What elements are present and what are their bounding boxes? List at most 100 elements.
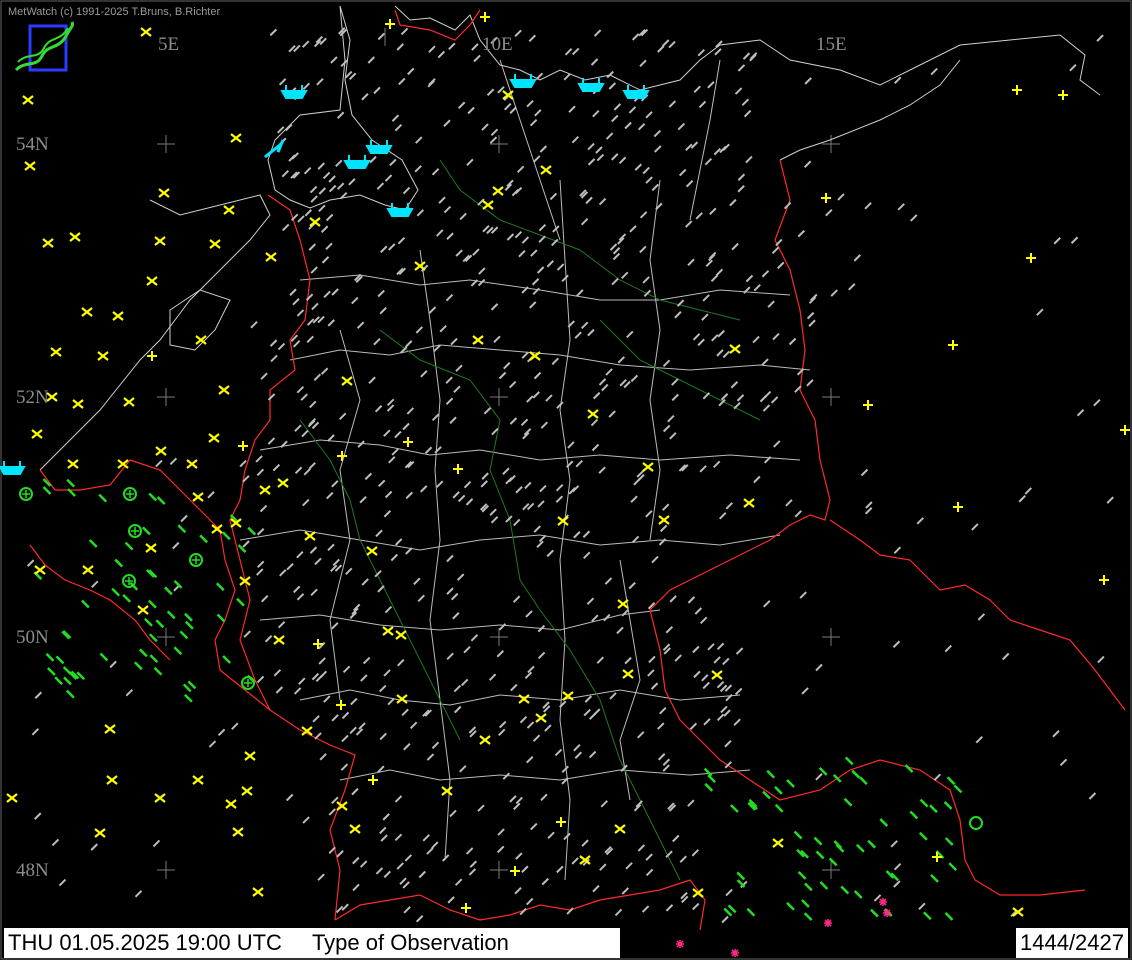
observation-dash-icon <box>308 462 316 470</box>
observation-dash-icon <box>630 374 639 383</box>
observation-dash-icon <box>714 48 722 56</box>
observation-dash-icon <box>348 72 357 80</box>
observation-dash-icon <box>359 495 367 504</box>
observation-dash-icon <box>689 722 698 731</box>
x-station-icon <box>441 786 453 796</box>
observation-dash-icon <box>524 671 533 680</box>
observation-dash-icon <box>761 270 770 278</box>
observation-dash-icon <box>561 274 569 283</box>
green-dash-icon <box>703 767 713 777</box>
observation-dash-icon <box>503 362 511 370</box>
observation-dash-icon <box>532 734 541 742</box>
observation-dash-icon <box>473 54 481 63</box>
ship-icon <box>343 155 371 169</box>
observation-dash-icon <box>571 857 579 865</box>
green-dash-icon <box>746 907 756 917</box>
observation-dash-icon <box>1024 487 1033 495</box>
observation-dash-icon <box>34 812 42 820</box>
circle-plus-icon <box>192 556 200 564</box>
observation-dash-icon <box>648 655 656 664</box>
observation-dash-icon <box>794 510 802 518</box>
plus-station-icon <box>238 441 248 451</box>
observation-dash-icon <box>977 613 986 621</box>
observation-dash-icon <box>516 165 525 174</box>
x-station-icon <box>106 775 118 785</box>
observation-dash-icon <box>598 466 606 474</box>
observation-dash-icon <box>420 370 428 378</box>
green-dash-icon <box>80 599 90 609</box>
observation-dash-icon <box>403 906 411 914</box>
observation-dash-icon <box>609 692 617 700</box>
observation-marks <box>0 12 1130 957</box>
observation-dash-icon <box>490 303 499 311</box>
observation-dash-icon <box>533 525 541 533</box>
observation-dash-icon <box>482 224 490 233</box>
x-station-icon <box>104 724 116 734</box>
observation-dash-icon <box>611 114 619 123</box>
observation-dash-icon <box>539 145 548 153</box>
green-dash-icon <box>114 558 124 568</box>
observation-dash-icon <box>340 763 349 771</box>
observation-dash-icon <box>637 123 646 131</box>
x-station-icon <box>94 828 106 838</box>
observation-dash-icon <box>402 422 410 431</box>
observation-dash-icon <box>547 831 555 839</box>
observation-dash-icon <box>551 357 560 366</box>
observation-dash-icon <box>596 153 605 162</box>
observation-dash-icon <box>710 274 719 283</box>
observation-dash-icon <box>309 185 318 194</box>
observation-dash-icon <box>585 196 593 205</box>
observation-dash-icon <box>336 182 345 190</box>
green-dash-icon <box>122 593 132 603</box>
observation-dash-icon <box>737 64 746 72</box>
observation-dash-icon <box>715 268 724 277</box>
observation-dash-icon <box>687 258 695 267</box>
observation-dash-icon <box>540 421 549 429</box>
observation-dash-icon <box>443 205 452 214</box>
observation-dash-icon <box>386 404 395 412</box>
ship-icon <box>0 461 26 475</box>
observation-dash-icon <box>893 862 902 871</box>
observation-dash-icon <box>256 528 265 536</box>
observation-dash-icon <box>415 326 424 334</box>
green-dash-icon <box>138 648 148 658</box>
observation-dash-icon <box>296 550 304 559</box>
observation-dash-icon <box>890 840 898 848</box>
observation-dash-icon <box>763 390 772 399</box>
observation-dash-icon <box>556 865 564 874</box>
observation-dash-icon <box>524 481 532 490</box>
green-dash-icon <box>142 526 151 536</box>
observation-dash-icon <box>318 657 326 665</box>
green-dash-icon <box>944 837 954 846</box>
x-station-icon <box>158 188 170 198</box>
observation-dash-icon <box>528 34 537 43</box>
observation-dash-icon <box>508 380 517 389</box>
observation-dash-icon <box>591 443 600 452</box>
observation-dash-icon <box>804 77 812 85</box>
circle-plus-icon <box>22 490 30 498</box>
green-dash-icon <box>793 830 803 840</box>
observation-dash-icon <box>590 418 599 427</box>
observation-dash-icon <box>538 235 546 243</box>
observation-dash-icon <box>669 432 677 440</box>
observation-dash-icon <box>596 656 604 664</box>
observation-dash-icon <box>736 394 745 402</box>
weather-map[interactable] <box>0 0 1132 960</box>
observation-dash-icon <box>587 328 595 337</box>
observation-dash-icon <box>608 410 616 418</box>
x-station-icon <box>208 433 220 443</box>
observation-dash-icon <box>721 915 729 924</box>
green-dash-icon <box>870 908 879 918</box>
observation-dash-icon <box>414 165 422 173</box>
green-dash-icon <box>803 912 813 921</box>
observation-dash-icon <box>260 372 268 380</box>
observation-dash-icon <box>445 376 453 384</box>
observation-dash-icon <box>643 289 652 298</box>
observation-dash-icon <box>584 695 592 703</box>
green-dash-icon <box>55 655 65 665</box>
observation-dash-icon <box>687 596 696 604</box>
observation-dash-icon <box>742 52 751 60</box>
observation-dash-icon <box>864 202 872 210</box>
observation-dash-icon <box>538 534 547 543</box>
observation-dash-icon <box>593 708 601 716</box>
